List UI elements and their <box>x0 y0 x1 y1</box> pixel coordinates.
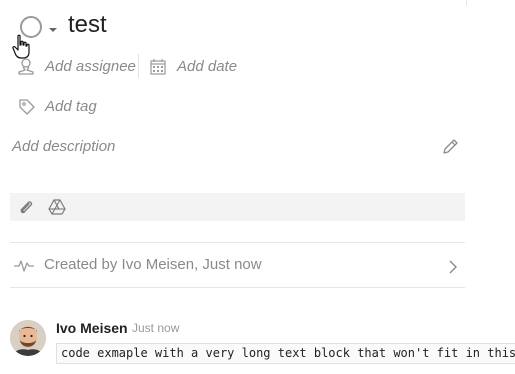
chevron-right-icon[interactable] <box>448 259 458 275</box>
task-detail-panel: test Add assignee Add date Add tag Add d… <box>0 0 515 374</box>
add-date-button[interactable]: Add date <box>177 58 237 75</box>
pulse-icon <box>14 260 34 272</box>
comment-timestamp: Just now <box>132 321 180 335</box>
person-icon[interactable] <box>17 57 35 76</box>
comment-author[interactable]: Ivo Meisen <box>56 320 128 336</box>
comment-code-block: code exmaple with a very long text block… <box>56 343 515 364</box>
comment-code-text: code exmaple with a very long text block… <box>61 346 515 360</box>
paperclip-icon[interactable] <box>18 199 34 215</box>
avatar <box>10 320 46 356</box>
status-dropdown-caret-icon[interactable] <box>49 28 57 32</box>
meta-divider <box>138 54 139 78</box>
avatar-photo-icon <box>10 320 46 356</box>
section-divider <box>10 287 465 288</box>
calendar-icon[interactable] <box>150 58 166 75</box>
activity-created-text: Created by Ivo Meisen, Just now <box>44 256 262 273</box>
task-title[interactable]: test <box>68 11 107 39</box>
section-divider <box>10 242 465 243</box>
tag-icon[interactable] <box>18 98 36 116</box>
add-assignee-button[interactable]: Add assignee <box>45 58 136 75</box>
drive-icon[interactable] <box>48 199 66 215</box>
panel-edge-divider <box>466 0 467 6</box>
pencil-icon[interactable] <box>441 138 459 156</box>
attachments-bar <box>10 193 465 221</box>
add-description-field[interactable]: Add description <box>12 138 115 155</box>
add-tag-button[interactable]: Add tag <box>45 98 97 115</box>
